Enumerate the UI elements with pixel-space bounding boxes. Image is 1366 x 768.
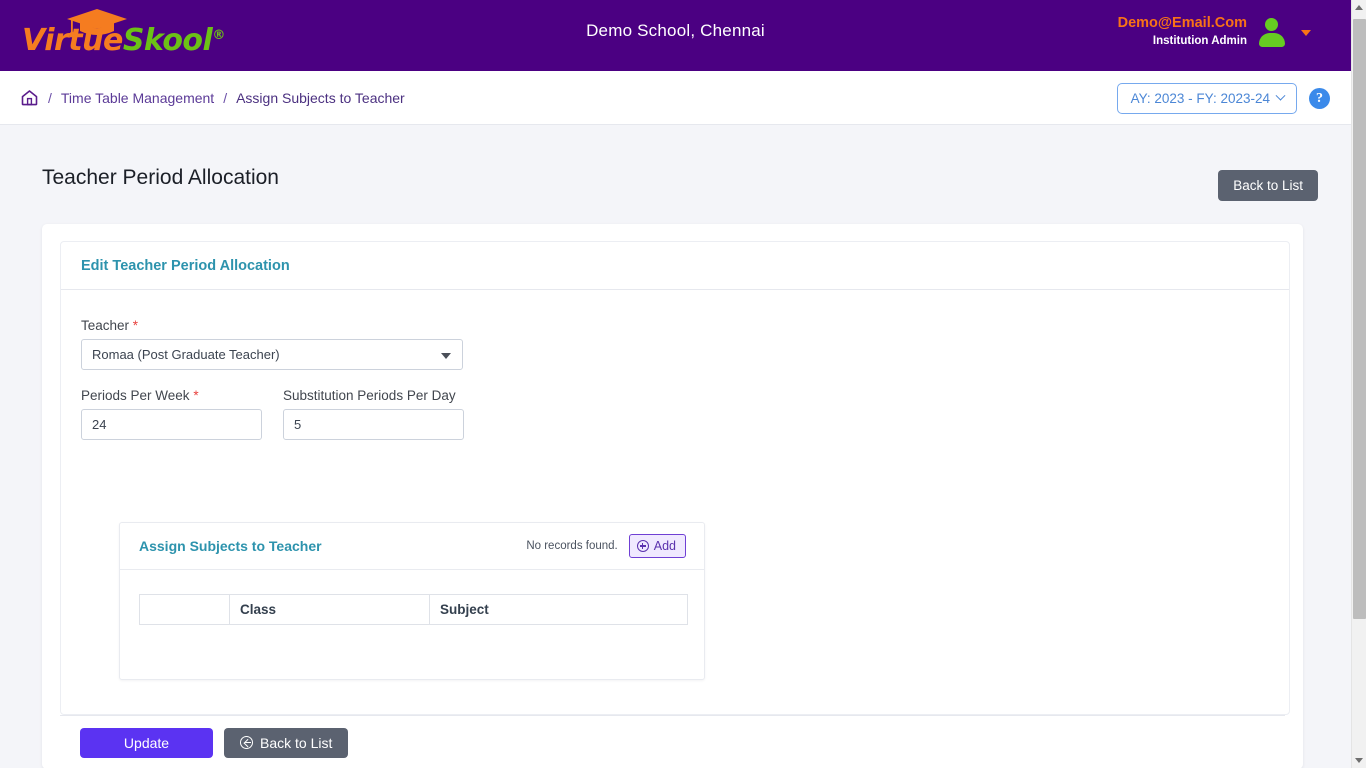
teacher-field-label: Teacher * (81, 318, 1269, 333)
substitution-periods-value: 5 (294, 417, 302, 432)
table-col-subject: Subject (429, 594, 688, 625)
periods-per-week-value: 24 (92, 417, 107, 432)
periods-required-mark: * (193, 388, 199, 403)
user-role: Institution Admin (1152, 34, 1247, 47)
periods-per-week-label: Periods Per Week * (81, 388, 262, 403)
academic-year-label: AY: 2023 - FY: 2023-24 (1130, 91, 1270, 106)
edit-allocation-title: Edit Teacher Period Allocation (81, 257, 290, 274)
avatar-head (1265, 17, 1278, 31)
scroll-down-arrow-icon[interactable] (1355, 758, 1363, 763)
chevron-down-icon[interactable] (1301, 29, 1311, 36)
breadcrumb: / Time Table Management / Assign Subject… (20, 88, 405, 107)
table-head: Class Subject (139, 594, 688, 625)
back-to-list-bottom-button[interactable]: Back to List (224, 727, 349, 758)
substitution-periods-label: Substitution Periods Per Day (283, 388, 456, 403)
scrollbar-thumb[interactable] (1353, 19, 1366, 619)
form-card: Edit Teacher Period Allocation Teacher *… (42, 224, 1303, 768)
chevron-down-icon (441, 353, 451, 359)
help-icon[interactable]: ? (1309, 88, 1330, 109)
avatar-body (1259, 32, 1285, 47)
table-col-class: Class (229, 594, 430, 625)
teacher-label-text: Teacher (81, 318, 130, 333)
app-viewport: VirtueSkool® Demo School, Chennai Demo@E… (0, 0, 1366, 768)
no-records-message: No records found. (526, 540, 618, 552)
add-button[interactable]: Add (628, 534, 686, 558)
assign-subjects-title: Assign Subjects to Teacher (139, 538, 322, 554)
breadcrumb-separator-1: / (48, 89, 52, 106)
add-button-label: Add (653, 539, 676, 553)
page-scrollbar[interactable] (1351, 0, 1366, 768)
substitution-periods-input[interactable]: 5 (283, 409, 464, 440)
scroll-up-arrow-icon[interactable] (1355, 5, 1363, 10)
assign-subjects-panel: Assign Subjects to Teacher No records fo… (119, 522, 705, 680)
plus-circle-icon (636, 540, 649, 552)
back-to-list-top-button[interactable]: Back to List (1218, 170, 1318, 201)
periods-per-week-group: Periods Per Week * 24 (81, 388, 262, 440)
breadcrumb-separator-2: / (223, 89, 228, 106)
periods-per-week-input[interactable]: 24 (81, 409, 262, 440)
edit-allocation-panel: Edit Teacher Period Allocation Teacher *… (60, 241, 1290, 715)
arrow-left-circle-icon (240, 736, 253, 749)
numeric-fields-row: Periods Per Week * 24 Substitution Perio… (81, 388, 1269, 440)
teacher-required-mark: * (132, 318, 139, 333)
update-button[interactable]: Update (80, 727, 213, 758)
assign-subjects-panel-header: Assign Subjects to Teacher No records fo… (120, 523, 704, 570)
user-info: Demo@Email.Com Institution Admin (1118, 14, 1247, 49)
teacher-selected-value: Romaa (Post Graduate Teacher) (92, 347, 280, 362)
top-header-bar: VirtueSkool® Demo School, Chennai Demo@E… (0, 0, 1351, 71)
table-header-row: Class Subject (139, 594, 688, 625)
periods-label-text: Periods Per Week (81, 388, 190, 403)
breadcrumb-current-assign-subjects: Assign Subjects to Teacher (236, 89, 405, 106)
academic-year-select[interactable]: AY: 2023 - FY: 2023-24 (1116, 83, 1297, 114)
assign-subjects-table-wrap: Class Subject (120, 570, 704, 625)
avatar[interactable] (1257, 17, 1287, 47)
substitution-periods-group: Substitution Periods Per Day 5 (283, 388, 464, 440)
form-footer: Update Back to List (60, 715, 1285, 768)
user-menu[interactable]: Demo@Email.Com Institution Admin (1118, 14, 1311, 49)
home-icon[interactable] (20, 88, 39, 107)
breadcrumb-link-time-table-management[interactable]: Time Table Management (61, 90, 214, 106)
edit-allocation-panel-header: Edit Teacher Period Allocation (61, 242, 1289, 290)
table-col-actions (139, 594, 230, 625)
back-to-list-bottom-label: Back to List (260, 734, 333, 751)
edit-allocation-panel-body: Teacher * Romaa (Post Graduate Teacher) … (61, 290, 1289, 440)
teacher-select[interactable]: Romaa (Post Graduate Teacher) (81, 339, 463, 370)
chevron-down-icon (1275, 90, 1286, 101)
page-title: Teacher Period Allocation (42, 166, 279, 189)
assign-subjects-table: Class Subject (139, 594, 688, 625)
user-email: Demo@Email.Com (1117, 15, 1247, 31)
breadcrumb-bar: / Time Table Management / Assign Subject… (0, 71, 1351, 125)
academic-year-area: AY: 2023 - FY: 2023-24 ? (1116, 83, 1330, 114)
